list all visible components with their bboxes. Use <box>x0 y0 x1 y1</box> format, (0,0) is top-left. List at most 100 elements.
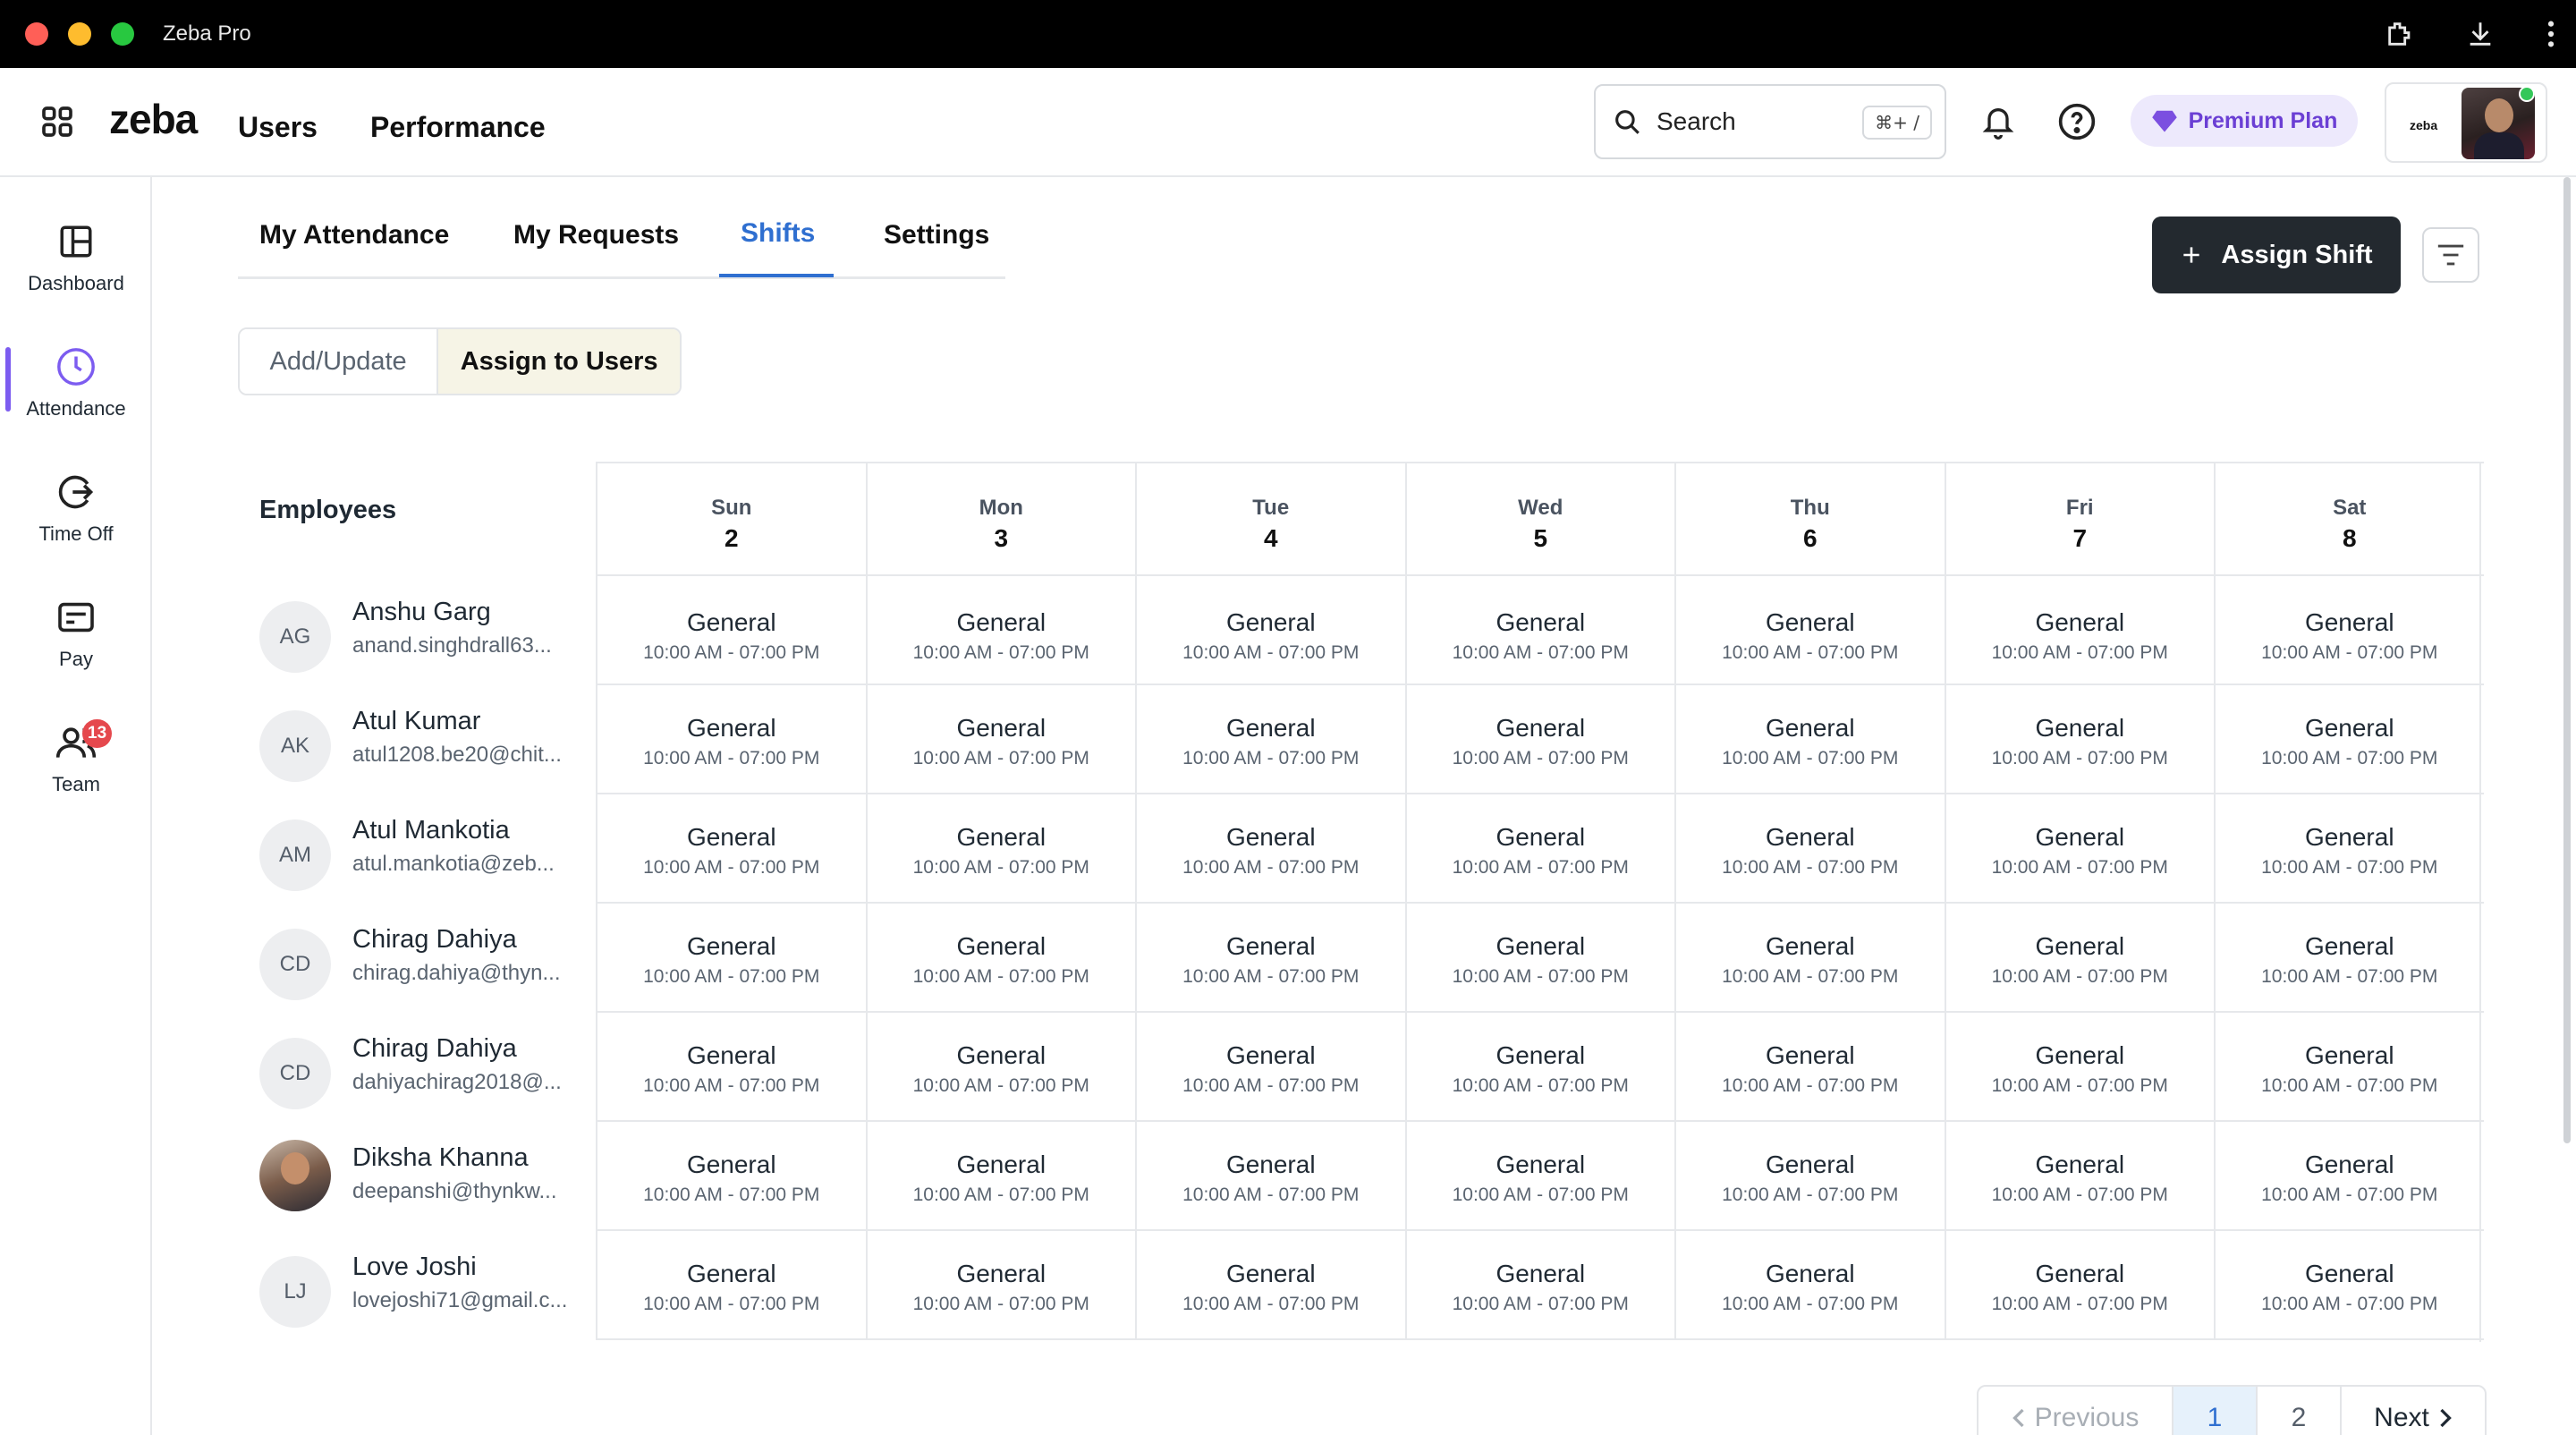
shift-cell[interactable]: General 10:00 AM - 07:00 PM <box>865 1013 1135 1122</box>
shift-cell[interactable]: General 10:00 AM - 07:00 PM <box>1674 1122 1945 1231</box>
help-icon[interactable] <box>2057 102 2097 141</box>
shift-cell[interactable]: General 10:00 AM - 07:00 PM <box>865 576 1135 685</box>
sidebar-item-attendance[interactable]: Attendance <box>0 344 152 442</box>
employee-row[interactable]: AG Anshu Garg anand.singhdrall63... <box>238 576 596 684</box>
premium-plan-button[interactable]: Premium Plan <box>2131 95 2358 147</box>
segment-assign-to-users[interactable]: Assign to Users <box>438 329 680 394</box>
tab-shifts[interactable]: Shifts <box>741 218 815 249</box>
vertical-scrollbar[interactable] <box>2563 177 2571 1143</box>
employee-row[interactable]: CD Chirag Dahiya chirag.dahiya@thyn... <box>238 904 596 1011</box>
tab-my-requests[interactable]: My Requests <box>513 220 679 250</box>
profile-menu[interactable]: zeba <box>2385 82 2547 163</box>
page-1-button[interactable]: 1 <box>2174 1387 2258 1435</box>
shift-cell[interactable]: General 10:00 AM - 07:00 PM <box>1404 576 1674 685</box>
shift-cell[interactable]: General 10:00 AM - 07:00 PM <box>1944 794 2214 904</box>
shift-cell[interactable]: General 10:00 AM - 07:00 PM <box>596 794 866 904</box>
shift-cell[interactable]: General 10:00 AM - 07:00 PM <box>865 794 1135 904</box>
plus-icon <box>2183 247 2200 263</box>
shift-cell[interactable]: General 10:00 AM - 07:00 PM <box>1135 1122 1405 1231</box>
minimize-window-button[interactable] <box>68 22 91 46</box>
employee-row[interactable]: CD Chirag Dahiya dahiyachirag2018@... <box>238 1013 596 1120</box>
zeba-logo[interactable]: zeba <box>109 95 198 143</box>
top-header: zeba Users Performance ⌘+ / Premium Plan… <box>0 68 2576 177</box>
shift-cell[interactable]: General 10:00 AM - 07:00 PM <box>1674 794 1945 904</box>
shift-cell[interactable]: General 10:00 AM - 07:00 PM <box>865 1122 1135 1231</box>
shift-cell[interactable]: General 10:00 AM - 07:00 PM <box>1944 904 2214 1013</box>
search-box[interactable]: ⌘+ / <box>1594 84 1946 159</box>
tab-settings[interactable]: Settings <box>884 220 989 250</box>
shift-cell[interactable]: General 10:00 AM - 07:00 PM <box>2214 904 2484 1013</box>
shift-cell[interactable]: General 10:00 AM - 07:00 PM <box>2214 1231 2484 1340</box>
shift-cell[interactable]: General 10:00 AM - 07:00 PM <box>1404 794 1674 904</box>
shift-cell[interactable]: General 10:00 AM - 07:00 PM <box>1135 794 1405 904</box>
shift-name: General <box>2035 1260 2125 1287</box>
shift-cell[interactable]: General 10:00 AM - 07:00 PM <box>1944 1122 2214 1231</box>
shift-cell[interactable]: General 10:00 AM - 07:00 PM <box>1674 685 1945 794</box>
shift-cell[interactable]: General 10:00 AM - 07:00 PM <box>596 685 866 794</box>
shift-cell[interactable]: General 10:00 AM - 07:00 PM <box>1674 1231 1945 1340</box>
shift-cell[interactable]: General 10:00 AM - 07:00 PM <box>2214 794 2484 904</box>
shift-cell[interactable]: General 10:00 AM - 07:00 PM <box>1944 685 2214 794</box>
shift-cell[interactable]: General 10:00 AM - 07:00 PM <box>596 1013 866 1122</box>
shift-cell[interactable]: General 10:00 AM - 07:00 PM <box>865 685 1135 794</box>
nav-performance[interactable]: Performance <box>370 111 546 144</box>
tab-my-attendance[interactable]: My Attendance <box>259 220 449 250</box>
sidebar-item-dashboard[interactable]: Dashboard <box>0 218 152 317</box>
segment-add-update[interactable]: Add/Update <box>240 329 439 394</box>
search-input[interactable] <box>1657 107 1844 136</box>
shift-cell[interactable]: General 10:00 AM - 07:00 PM <box>1135 1013 1405 1122</box>
shift-cell[interactable]: General 10:00 AM - 07:00 PM <box>1674 576 1945 685</box>
shift-time: 10:00 AM - 07:00 PM <box>643 1185 820 1205</box>
filter-button[interactable] <box>2422 227 2479 283</box>
employee-row[interactable]: AK Atul Kumar atul1208.be20@chit... <box>238 685 596 793</box>
shift-cell[interactable]: General 10:00 AM - 07:00 PM <box>1404 1231 1674 1340</box>
employee-row[interactable]: Diksha Khanna deepanshi@thynkw... <box>238 1122 596 1229</box>
extension-icon[interactable] <box>2385 19 2415 49</box>
shift-cell[interactable]: General 10:00 AM - 07:00 PM <box>1404 685 1674 794</box>
employee-row[interactable]: LJ Love Joshi lovejoshi71@gmail.c... <box>238 1231 596 1338</box>
shift-name: General <box>2304 1151 2394 1178</box>
shift-cell[interactable]: General 10:00 AM - 07:00 PM <box>1944 1013 2214 1122</box>
shift-name: General <box>1496 608 1586 636</box>
maximize-window-button[interactable] <box>111 22 134 46</box>
close-window-button[interactable] <box>25 22 48 46</box>
shift-name: General <box>2035 608 2125 636</box>
shift-cell[interactable]: General 10:00 AM - 07:00 PM <box>1135 685 1405 794</box>
shift-cell[interactable]: General 10:00 AM - 07:00 PM <box>2214 1122 2484 1231</box>
shift-name: General <box>1496 1041 1586 1069</box>
shift-cell[interactable]: General 10:00 AM - 07:00 PM <box>1135 576 1405 685</box>
shift-cell[interactable]: General 10:00 AM - 07:00 PM <box>596 1231 866 1340</box>
employee-row[interactable]: AM Atul Mankotia atul.mankotia@zeb... <box>238 794 596 902</box>
shift-cell[interactable]: General 10:00 AM - 07:00 PM <box>1135 904 1405 1013</box>
shift-cell[interactable]: General 10:00 AM - 07:00 PM <box>2214 576 2484 685</box>
diamond-icon <box>2151 110 2177 132</box>
next-page-button[interactable]: Next <box>2342 1387 2485 1435</box>
shift-cell[interactable]: General 10:00 AM - 07:00 PM <box>865 904 1135 1013</box>
shift-cell[interactable]: General 10:00 AM - 07:00 PM <box>1404 1122 1674 1231</box>
page-2-button[interactable]: 2 <box>2258 1387 2342 1435</box>
shift-cell[interactable]: General 10:00 AM - 07:00 PM <box>596 1122 866 1231</box>
assign-shift-button[interactable]: Assign Shift <box>2152 217 2401 293</box>
shift-cell[interactable]: General 10:00 AM - 07:00 PM <box>596 576 866 685</box>
shift-cell[interactable]: General 10:00 AM - 07:00 PM <box>1135 1231 1405 1340</box>
shift-cell[interactable]: General 10:00 AM - 07:00 PM <box>865 1231 1135 1340</box>
shift-cell[interactable]: General 10:00 AM - 07:00 PM <box>596 904 866 1013</box>
shift-cell[interactable]: General 10:00 AM - 07:00 PM <box>1404 1013 1674 1122</box>
shift-cell[interactable]: General 10:00 AM - 07:00 PM <box>1404 904 1674 1013</box>
shift-cell[interactable]: General 10:00 AM - 07:00 PM <box>1944 1231 2214 1340</box>
sidebar-item-pay[interactable]: Pay <box>0 594 152 692</box>
nav-users[interactable]: Users <box>238 111 318 144</box>
download-icon[interactable] <box>2465 19 2496 49</box>
shift-time: 10:00 AM - 07:00 PM <box>912 1075 1089 1096</box>
shift-cell[interactable]: General 10:00 AM - 07:00 PM <box>1674 904 1945 1013</box>
shift-cell[interactable]: General 10:00 AM - 07:00 PM <box>1674 1013 1945 1122</box>
more-vertical-icon[interactable] <box>2546 19 2556 49</box>
app-grid-icon[interactable] <box>39 104 75 140</box>
shift-cell[interactable]: General 10:00 AM - 07:00 PM <box>2214 685 2484 794</box>
previous-page-button[interactable]: Previous <box>1979 1387 2174 1435</box>
shift-cell[interactable]: General 10:00 AM - 07:00 PM <box>2214 1013 2484 1122</box>
shift-cell[interactable]: General 10:00 AM - 07:00 PM <box>1944 576 2214 685</box>
sidebar-item-time-off[interactable]: Time Off <box>0 469 152 567</box>
sidebar-item-team[interactable]: 13 Team <box>0 719 152 818</box>
notification-bell-icon[interactable] <box>1980 102 2016 141</box>
